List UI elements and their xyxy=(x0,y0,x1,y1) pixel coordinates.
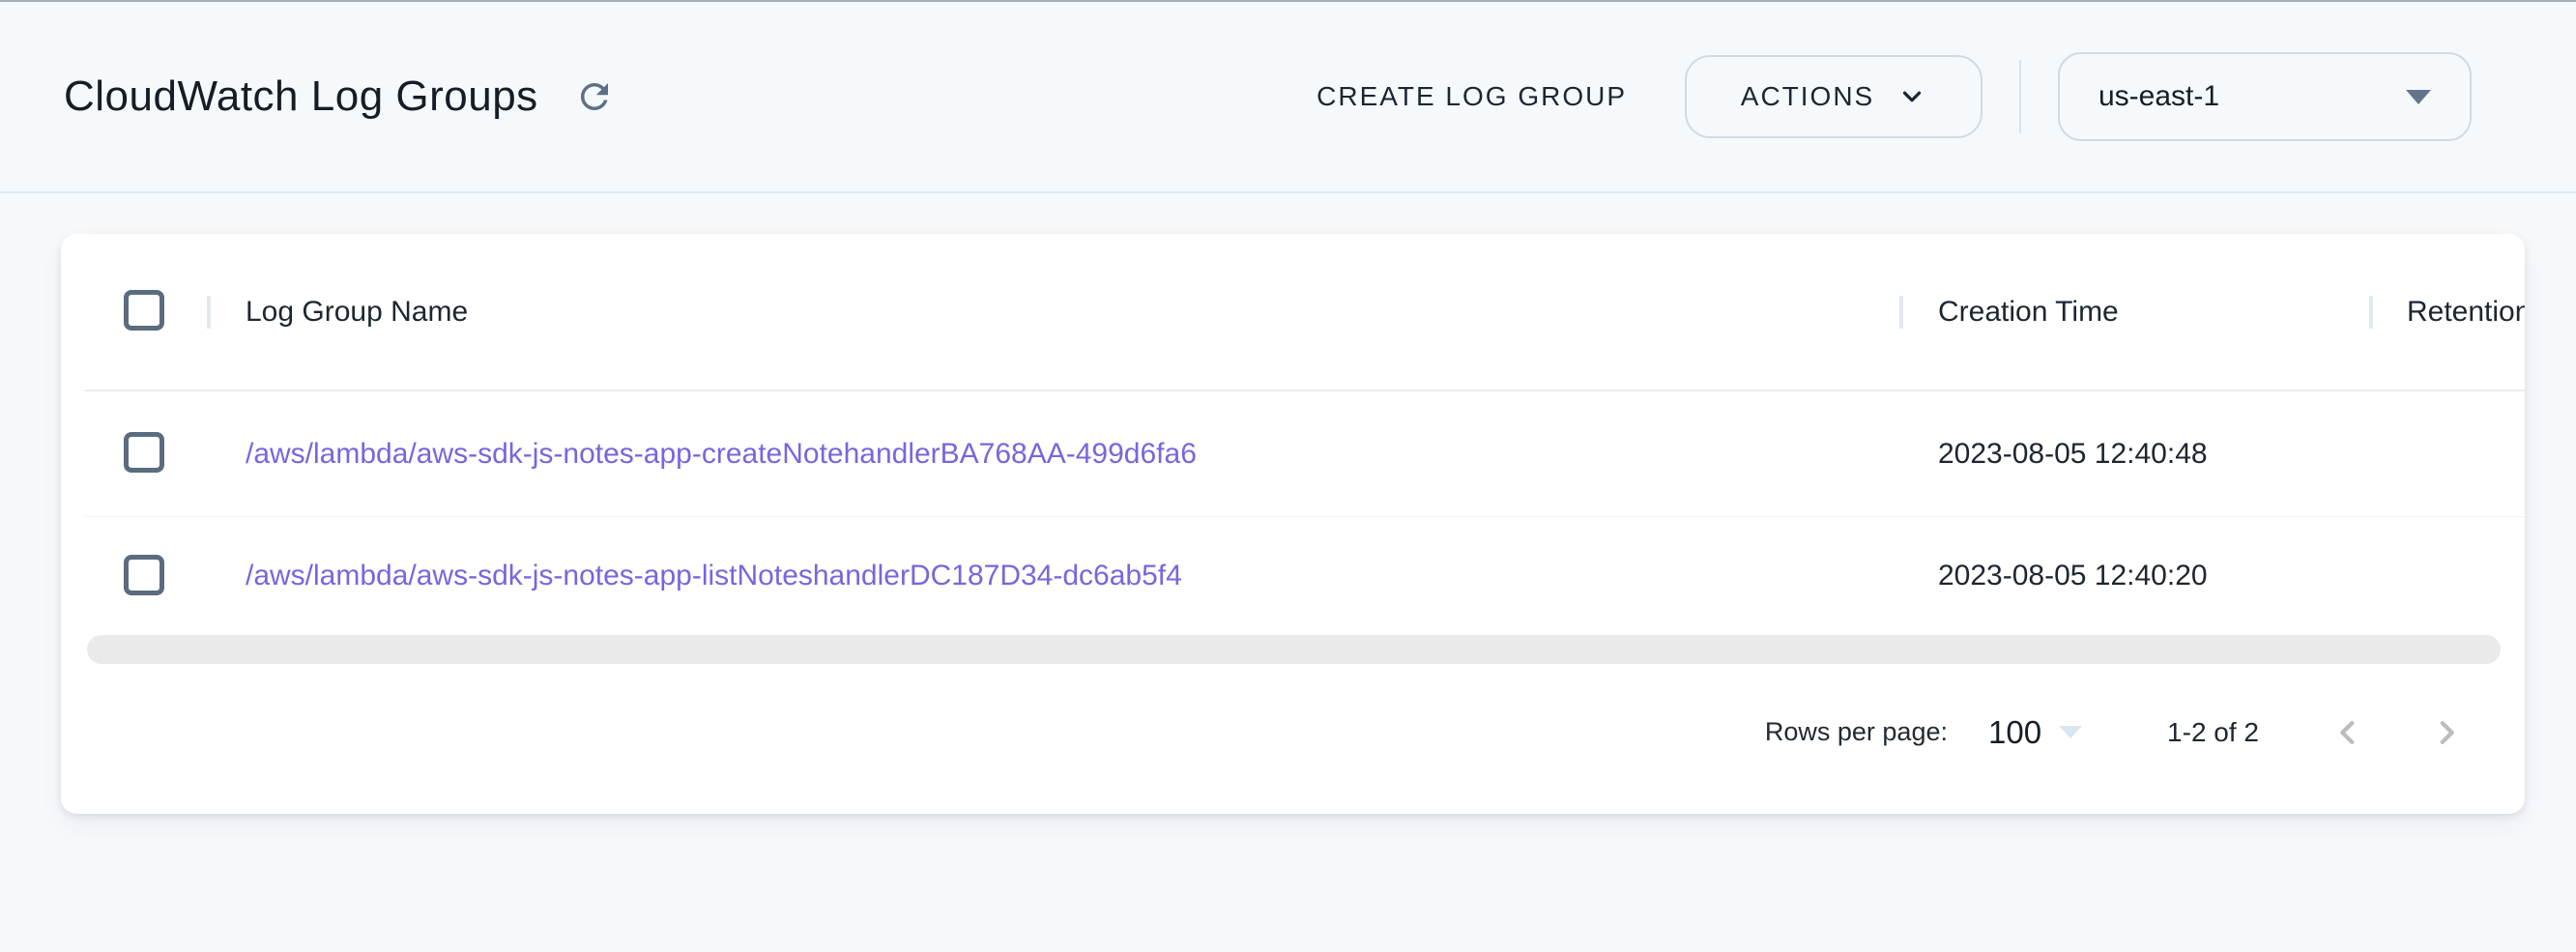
refresh-button[interactable] xyxy=(571,73,618,120)
pagination-range-label: 1-2 of 2 xyxy=(2167,717,2259,748)
log-group-name-cell: /aws/lambda/aws-sdk-js-notes-app-listNot… xyxy=(211,560,1899,592)
log-group-link[interactable]: /aws/lambda/aws-sdk-js-notes-app-listNot… xyxy=(246,560,1182,591)
creation-time-cell: 2023-08-05 12:40:48 xyxy=(1903,438,2369,471)
table-row: /aws/lambda/aws-sdk-js-notes-app-listNot… xyxy=(85,517,2525,635)
header-divider xyxy=(2019,60,2021,133)
caret-down-icon xyxy=(2059,726,2082,738)
select-all-cell xyxy=(85,290,207,333)
pagination-bar: Rows per page: 100 1-2 of 2 xyxy=(61,664,2525,814)
refresh-icon xyxy=(574,76,615,117)
chevron-right-icon xyxy=(2430,716,2463,749)
creation-time-cell: 2023-08-05 12:40:20 xyxy=(1903,560,2369,592)
horizontal-scrollbar-track xyxy=(87,635,2525,664)
row-checkbox[interactable] xyxy=(124,555,164,595)
region-selector-value: us-east-1 xyxy=(2098,80,2219,113)
log-group-link[interactable]: /aws/lambda/aws-sdk-js-notes-app-createN… xyxy=(246,438,1197,470)
log-group-name-cell: /aws/lambda/aws-sdk-js-notes-app-createN… xyxy=(211,438,1899,471)
app-header: CloudWatch Log Groups CREATE LOG GROUP A… xyxy=(0,2,2576,193)
row-checkbox[interactable] xyxy=(124,432,164,473)
region-selector[interactable]: us-east-1 xyxy=(2058,52,2472,141)
actions-button-label: ACTIONS xyxy=(1741,81,1874,112)
page-title: CloudWatch Log Groups xyxy=(64,72,538,121)
chevron-left-icon xyxy=(2331,716,2364,749)
select-all-checkbox[interactable] xyxy=(124,290,164,331)
rows-per-page-value: 100 xyxy=(1988,714,2041,751)
next-page-button[interactable] xyxy=(2429,715,2464,750)
row-checkbox-cell xyxy=(85,432,207,476)
table-row: /aws/lambda/aws-sdk-js-notes-app-createN… xyxy=(85,391,2525,517)
table-header-row: Log Group Name Creation Time Retention xyxy=(85,234,2525,391)
column-header-log-group-name: Log Group Name xyxy=(211,296,1899,329)
chevron-down-icon xyxy=(1897,82,1926,111)
caret-down-icon xyxy=(2406,90,2431,104)
previous-page-button[interactable] xyxy=(2330,715,2365,750)
column-header-retention: Retention xyxy=(2373,296,2525,329)
column-header-creation-time: Creation Time xyxy=(1903,296,2369,329)
rows-per-page-select[interactable]: 100 xyxy=(1988,714,2082,751)
rows-per-page-label: Rows per page: xyxy=(1765,717,1948,747)
create-log-group-button[interactable]: CREATE LOG GROUP xyxy=(1317,81,1627,112)
log-groups-card: Log Group Name Creation Time Retention /… xyxy=(61,234,2525,814)
horizontal-scrollbar-thumb[interactable] xyxy=(87,635,2501,664)
row-checkbox-cell xyxy=(85,555,207,598)
actions-button[interactable]: ACTIONS xyxy=(1685,55,1983,138)
